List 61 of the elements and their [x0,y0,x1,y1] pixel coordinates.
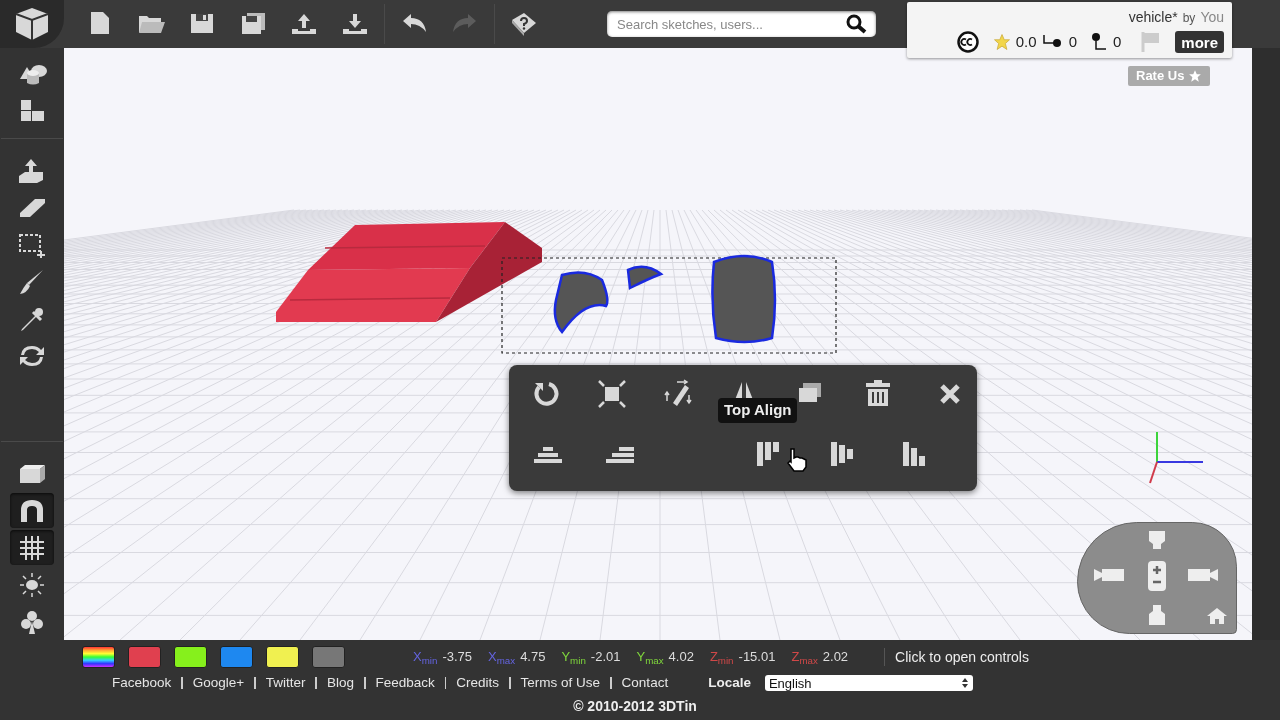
locale-label: Locale [708,673,751,692]
fit-to-view-button[interactable] [597,379,627,409]
footer-link[interactable]: Contact [621,672,669,694]
bound-value: -2.01 [590,648,621,667]
color-swatch[interactable] [266,646,299,668]
footer-link[interactable]: Twitter [265,672,306,694]
creative-commons-icon [955,31,980,54]
copyright-text: © 2010-2012 3DTin [573,697,697,716]
footer-link[interactable]: Terms of Use [520,672,601,694]
axes-gizmo [1149,431,1204,484]
wheel-drawing [626,265,663,290]
by-label: by [1182,10,1196,27]
trash-button[interactable] [863,379,893,409]
wheel-drawing [553,271,609,334]
magnet-tool[interactable] [10,493,54,528]
bound-value: 4.02 [668,648,694,667]
search-icon[interactable] [846,14,868,34]
open-controls-link[interactable]: Click to open controls [895,646,1029,668]
bound-value: -3.75 [442,648,473,667]
bound-label: Y$_{min}$ [561,648,586,667]
footer-link[interactable]: Facebook [112,672,172,694]
bound-label: X$_{max}$ [488,648,516,667]
bound-value: -15.01 [738,648,776,667]
rainbow-color-swatch[interactable] [82,646,115,668]
reset-button[interactable] [531,379,561,409]
app-logo[interactable] [0,0,64,48]
camera-right-icon[interactable] [1186,566,1220,584]
color-swatch[interactable] [220,646,253,668]
camera-down-icon[interactable] [1146,603,1168,627]
color-swatch[interactable] [312,646,345,668]
star-icon [992,33,1011,52]
bound-label: Y$_{max}$ [636,648,664,667]
sketch-name: vehicle* [1128,8,1178,27]
color-swatch[interactable] [128,646,161,668]
footer-link[interactable]: Feedback [375,672,435,694]
footer-link[interactable]: Blog [327,672,354,694]
footer-link[interactable]: Google+ [192,672,245,694]
bound-label: Z$_{max}$ [791,648,818,667]
bound-label: Z$_{min}$ [709,648,734,667]
3d-viewport[interactable]: Rate Us Top Align [64,48,1252,640]
bound-label: X$_{min}$ [413,648,438,667]
zoom-icon[interactable] [1147,560,1167,592]
fit-to-view-icon [597,379,627,409]
bound-value: 4.75 [520,648,546,667]
select-arrows-icon [959,677,970,689]
search-field[interactable]: Search sketches, users... [607,11,876,37]
grid-tool[interactable] [10,530,54,565]
locale-select[interactable]: English [764,675,973,691]
tooltip: Top Align [718,398,798,423]
more-button[interactable]: more [1175,31,1224,54]
flip-button[interactable] [663,379,693,409]
star-icon [1188,69,1203,83]
color-swatch[interactable] [174,646,207,668]
reset-icon [531,379,561,409]
camera-left-icon[interactable] [1092,566,1126,584]
bound-value: 2.02 [822,648,849,667]
home-icon[interactable] [1206,607,1228,625]
camera-up-icon[interactable] [1146,529,1168,551]
trash-icon [863,379,893,409]
footer-link[interactable]: Credits [456,672,500,694]
flip-icon [663,379,693,409]
